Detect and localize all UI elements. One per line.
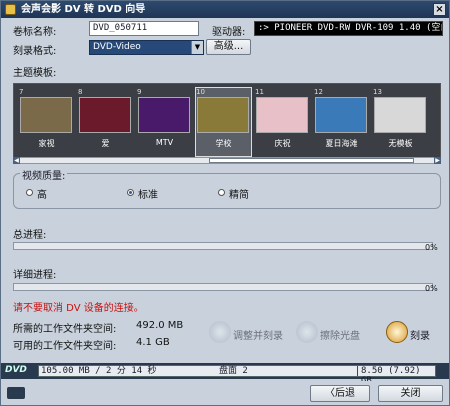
format-select[interactable]: DVD-Video ▼	[89, 40, 204, 55]
burn-icon	[386, 321, 408, 343]
keyboard-icon[interactable]	[7, 387, 25, 399]
quality-compact-radio[interactable]	[218, 189, 225, 196]
theme-thumbnail	[256, 97, 308, 133]
detail-progress-percent: 0%	[425, 284, 438, 293]
drive-select[interactable]: :> PIONEER DVD-RW DVR-109 1.40 (空白)	[254, 21, 443, 36]
available-space-value: 4.1 GB	[136, 337, 170, 348]
scroll-thumb[interactable]	[209, 158, 414, 163]
theme-item[interactable]: 7 家视	[19, 88, 74, 156]
quality-high-radio[interactable]	[26, 189, 33, 196]
disc-erase-icon	[296, 321, 318, 343]
theme-thumbnail	[197, 97, 249, 133]
volume-label: 卷标名称:	[13, 27, 57, 38]
theme-scrollbar[interactable]: ◀ ▶	[13, 157, 441, 164]
footer: 〈后退 关闭	[1, 381, 449, 405]
theme-item[interactable]: 12 夏日海滩	[314, 88, 369, 156]
wizard-window: 会声会影 DV 转 DVD 向导 × 卷标名称: DVD_050711 驱动器:…	[0, 0, 450, 406]
detail-progress-label: 详细进程:	[13, 270, 57, 281]
theme-thumbnail	[138, 97, 190, 133]
volume-input[interactable]: DVD_050711	[89, 21, 199, 36]
theme-thumbnail	[20, 97, 72, 133]
format-value: DVD-Video	[93, 42, 141, 52]
theme-item[interactable]: 13 无模板	[373, 88, 428, 156]
chevron-down-icon[interactable]: ▼	[191, 41, 203, 54]
drive-label: 驱动器:	[212, 27, 246, 38]
close-icon[interactable]: ×	[433, 3, 446, 16]
theme-item[interactable]: 10 学校	[195, 87, 252, 157]
total-progress-percent: 0%	[425, 243, 438, 252]
total-progress-label: 总进程:	[13, 230, 47, 241]
erase-disc-button[interactable]: 擦除光盘	[296, 321, 360, 349]
theme-gallery: 7 家视 8 爱 9 MTV 10 学校 11 庆祝 12 夏日海滩 13 无模…	[13, 83, 441, 159]
quality-group: 视频质量: 高 标准 精简	[13, 167, 441, 209]
quality-compact-label: 精简	[229, 190, 249, 201]
theme-thumbnail	[315, 97, 367, 133]
detail-progress-bar	[13, 283, 433, 291]
theme-thumbnail	[79, 97, 131, 133]
close-button[interactable]: 关闭	[378, 385, 443, 402]
disc-adjust-icon	[209, 321, 231, 343]
quality-standard-label: 标准	[138, 190, 158, 201]
theme-thumbnail	[374, 97, 426, 133]
scroll-left-icon[interactable]: ◀	[13, 157, 20, 164]
format-label: 刻录格式:	[13, 46, 57, 57]
capacity-meter: 105.00 MB / 2 分 14 秒 盘面 2 8.50 (7.92) GB	[38, 365, 436, 386]
capacity-used: 105.00 MB / 2 分 14 秒	[41, 366, 157, 376]
required-space-value: 492.0 MB	[136, 320, 184, 331]
total-progress-bar	[13, 242, 433, 250]
back-button[interactable]: 〈后退	[310, 385, 370, 402]
themes-label: 主题模板:	[13, 68, 57, 79]
warning-text: 请不要取消 DV 设备的连接。	[13, 303, 144, 314]
advanced-button[interactable]: 高级...	[206, 39, 251, 55]
quality-standard-radio[interactable]	[127, 189, 134, 196]
theme-item[interactable]: 11 庆祝	[255, 88, 310, 156]
adjust-burn-button[interactable]: 调整并刻录	[209, 321, 283, 349]
theme-item[interactable]: 8 爱	[78, 88, 133, 156]
required-space-label: 所需的工作文件夹空间:	[13, 324, 117, 335]
quality-label: 视频质量:	[20, 167, 68, 182]
capacity-marker	[357, 366, 358, 376]
theme-item[interactable]: 9 MTV	[137, 88, 192, 156]
available-space-label: 可用的工作文件夹空间:	[13, 341, 117, 352]
title-bar: 会声会影 DV 转 DVD 向导 ×	[1, 1, 449, 18]
capacity-bar: DVD 105.00 MB / 2 分 14 秒 盘面 2 8.50 (7.92…	[1, 363, 449, 386]
app-icon	[5, 4, 16, 15]
window-title: 会声会影 DV 转 DVD 向导	[21, 4, 146, 15]
dvd-logo: DVD	[5, 365, 27, 375]
burn-button[interactable]: 刻录	[386, 321, 446, 349]
capacity-disc: 盘面 2	[219, 366, 248, 376]
quality-high-label: 高	[37, 190, 47, 201]
scroll-right-icon[interactable]: ▶	[434, 157, 441, 164]
